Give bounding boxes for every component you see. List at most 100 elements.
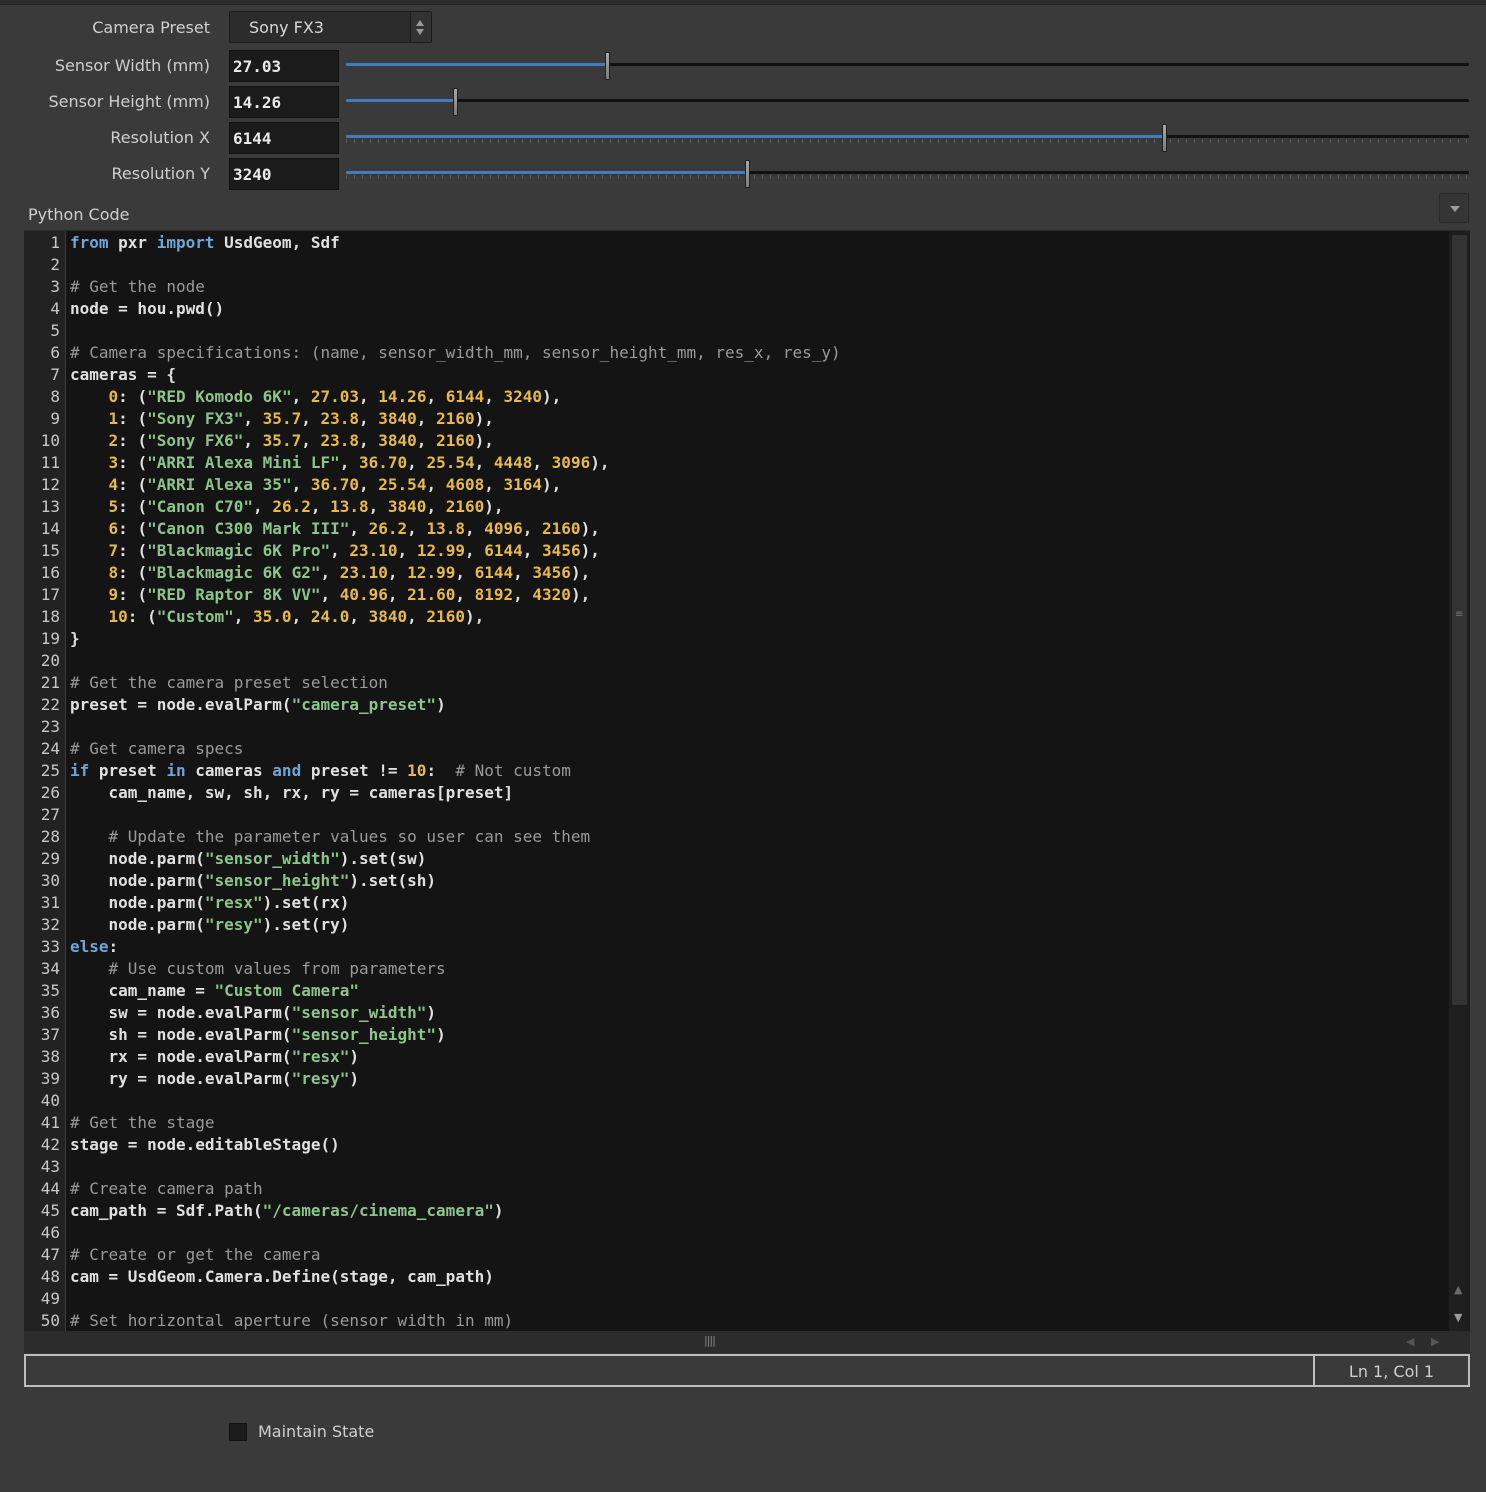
code-line[interactable]: 23 bbox=[24, 716, 1450, 738]
code-line[interactable]: 30 node.parm("sensor_height").set(sh) bbox=[24, 870, 1450, 892]
code-line[interactable]: 26 cam_name, sw, sh, rx, ry = cameras[pr… bbox=[24, 782, 1450, 804]
resolution-x-field[interactable]: 6144 bbox=[229, 122, 339, 154]
code-line[interactable]: 28 # Update the parameter values so user… bbox=[24, 826, 1450, 848]
code-line[interactable]: 3 # Get the node bbox=[24, 276, 1450, 298]
line-text: sh = node.evalParm("sensor_height") bbox=[70, 1025, 446, 1044]
line-text: 9: ("RED Raptor 8K VV", 40.96, 21.60, 81… bbox=[108, 585, 591, 604]
scroll-up-icon[interactable]: ▲ bbox=[1454, 1283, 1462, 1296]
line-number: 12 bbox=[40, 475, 60, 494]
line-number: 18 bbox=[40, 607, 60, 626]
code-line[interactable]: 15 7: ("Blackmagic 6K Pro", 23.10, 12.99… bbox=[24, 540, 1450, 562]
line-number: 47 bbox=[40, 1245, 60, 1264]
code-line[interactable]: 46 bbox=[24, 1222, 1450, 1244]
code-editor[interactable]: 1 from pxr import UsdGeom, Sdf 2 3 # Get the… bbox=[24, 230, 1470, 1332]
line-text: node.parm("sensor_width").set(sw) bbox=[70, 849, 427, 868]
slider-handle[interactable] bbox=[1162, 124, 1167, 152]
line-text: node.parm("sensor_height").set(sh) bbox=[70, 871, 437, 890]
scroll-down-icon[interactable]: ▼ bbox=[1454, 1311, 1462, 1324]
line-number: 5 bbox=[50, 321, 60, 340]
code-line[interactable]: 48 cam = UsdGeom.Camera.Define(stage, cam… bbox=[24, 1266, 1450, 1288]
code-line[interactable]: 47 # Create or get the camera bbox=[24, 1244, 1450, 1266]
line-number: 9 bbox=[50, 409, 60, 428]
code-line[interactable]: 44 # Create camera path bbox=[24, 1178, 1450, 1200]
code-line[interactable]: 14 6: ("Canon C300 Mark III", 26.2, 13.8… bbox=[24, 518, 1450, 540]
line-text: 10: ("Custom", 35.0, 24.0, 3840, 2160), bbox=[108, 607, 485, 626]
code-line[interactable]: 43 bbox=[24, 1156, 1450, 1178]
camera-preset-dropdown[interactable]: Sony FX3 bbox=[229, 11, 432, 43]
line-number: 6 bbox=[50, 343, 60, 362]
code-line[interactable]: 36 sw = node.evalParm("sensor_width") bbox=[24, 1002, 1450, 1024]
scroll-right-icon[interactable]: ▶ bbox=[1431, 1335, 1439, 1348]
code-line[interactable]: 34 # Use custom values from parameters bbox=[24, 958, 1450, 980]
code-menu-button[interactable] bbox=[1439, 193, 1469, 223]
code-line[interactable]: 25 if preset in cameras and preset != 10:… bbox=[24, 760, 1450, 782]
line-number: 10 bbox=[40, 431, 60, 450]
horizontal-scrollbar[interactable]: |||| ◀ ▶ bbox=[24, 1331, 1470, 1353]
line-number: 50 bbox=[40, 1311, 60, 1330]
line-text: cam_path = Sdf.Path("/cameras/cinema_cam… bbox=[70, 1201, 504, 1220]
line-text: 3: ("ARRI Alexa Mini LF", 36.70, 25.54, … bbox=[108, 453, 610, 472]
code-line[interactable]: 42 stage = node.editableStage() bbox=[24, 1134, 1450, 1156]
resolution-y-slider[interactable] bbox=[346, 160, 1469, 188]
line-text: 0: ("RED Komodo 6K", 27.03, 14.26, 6144,… bbox=[108, 387, 562, 406]
code-line[interactable]: 33 else: bbox=[24, 936, 1450, 958]
code-line[interactable]: 12 4: ("ARRI Alexa 35", 36.70, 25.54, 46… bbox=[24, 474, 1450, 496]
code-line[interactable]: 10 2: ("Sony FX6", 35.7, 23.8, 3840, 216… bbox=[24, 430, 1450, 452]
line-number: 3 bbox=[50, 277, 60, 296]
code-line[interactable]: 16 8: ("Blackmagic 6K G2", 23.10, 12.99,… bbox=[24, 562, 1450, 584]
code-line[interactable]: 40 bbox=[24, 1090, 1450, 1112]
code-line[interactable]: 1 from pxr import UsdGeom, Sdf bbox=[24, 232, 1450, 254]
code-line[interactable]: 38 rx = node.evalParm("resx") bbox=[24, 1046, 1450, 1068]
code-line[interactable]: 32 node.parm("resy").set(ry) bbox=[24, 914, 1450, 936]
python-code-label: Python Code bbox=[28, 205, 130, 224]
code-line[interactable]: 6 # Camera specifications: (name, sensor_… bbox=[24, 342, 1450, 364]
code-line[interactable]: 7 cameras = { bbox=[24, 364, 1450, 386]
sensor-width-field[interactable]: 27.03 bbox=[229, 50, 339, 82]
code-line[interactable]: 5 bbox=[24, 320, 1450, 342]
code-line[interactable]: 2 bbox=[24, 254, 1450, 276]
code-line[interactable]: 50 # Set horizontal aperture (sensor widt… bbox=[24, 1310, 1450, 1332]
sensor-width-slider[interactable] bbox=[346, 52, 1469, 80]
code-line[interactable]: 24 # Get camera specs bbox=[24, 738, 1450, 760]
scroll-left-icon[interactable]: ◀ bbox=[1406, 1335, 1414, 1348]
code-line[interactable]: 9 1: ("Sony FX3", 35.7, 23.8, 3840, 2160… bbox=[24, 408, 1450, 430]
code-line[interactable]: 37 sh = node.evalParm("sensor_height") bbox=[24, 1024, 1450, 1046]
line-number: 38 bbox=[40, 1047, 60, 1066]
code-line[interactable]: 45 cam_path = Sdf.Path("/cameras/cinema_c… bbox=[24, 1200, 1450, 1222]
line-text: 2: ("Sony FX6", 35.7, 23.8, 3840, 2160), bbox=[108, 431, 494, 450]
slider-handle[interactable] bbox=[605, 52, 610, 80]
code-line[interactable]: 18 10: ("Custom", 35.0, 24.0, 3840, 2160… bbox=[24, 606, 1450, 628]
code-line[interactable]: 31 node.parm("resx").set(rx) bbox=[24, 892, 1450, 914]
scrollbar-thumb[interactable] bbox=[1452, 235, 1467, 1005]
line-number: 23 bbox=[40, 717, 60, 736]
up-down-arrows-icon[interactable] bbox=[410, 12, 431, 42]
code-line[interactable]: 13 5: ("Canon C70", 26.2, 13.8, 3840, 21… bbox=[24, 496, 1450, 518]
camera-preset-label: Camera Preset bbox=[92, 18, 210, 37]
slider-handle[interactable] bbox=[745, 160, 750, 188]
code-line[interactable]: 41 # Get the stage bbox=[24, 1112, 1450, 1134]
code-line[interactable]: 20 bbox=[24, 650, 1450, 672]
line-text: sw = node.evalParm("sensor_width") bbox=[70, 1003, 437, 1022]
line-text: stage = node.editableStage() bbox=[70, 1135, 340, 1154]
code-line[interactable]: 22 preset = node.evalParm("camera_preset"… bbox=[24, 694, 1450, 716]
code-line[interactable]: 35 cam_name = "Custom Camera" bbox=[24, 980, 1450, 1002]
camera-preset-value: Sony FX3 bbox=[249, 18, 324, 37]
vertical-scrollbar[interactable]: ≡ ▲ ▼ bbox=[1449, 231, 1470, 1331]
sensor-height-field[interactable]: 14.26 bbox=[229, 86, 339, 118]
code-line[interactable]: 39 ry = node.evalParm("resy") bbox=[24, 1068, 1450, 1090]
slider-handle[interactable] bbox=[453, 88, 458, 116]
code-line[interactable]: 17 9: ("RED Raptor 8K VV", 40.96, 21.60,… bbox=[24, 584, 1450, 606]
code-line[interactable]: 21 # Get the camera preset selection bbox=[24, 672, 1450, 694]
code-line[interactable]: 19} bbox=[24, 628, 1450, 650]
code-line[interactable]: 27 bbox=[24, 804, 1450, 826]
code-line[interactable]: 49 bbox=[24, 1288, 1450, 1310]
code-line[interactable]: 11 3: ("ARRI Alexa Mini LF", 36.70, 25.5… bbox=[24, 452, 1450, 474]
code-line[interactable]: 4 node = hou.pwd() bbox=[24, 298, 1450, 320]
resolution-x-slider[interactable] bbox=[346, 124, 1469, 152]
maintain-state-checkbox[interactable] bbox=[229, 1423, 247, 1441]
sensor-height-slider[interactable] bbox=[346, 88, 1469, 116]
code-line[interactable]: 8 0: ("RED Komodo 6K", 27.03, 14.26, 614… bbox=[24, 386, 1450, 408]
code-text-area[interactable]: 1 from pxr import UsdGeom, Sdf 2 3 # Get the… bbox=[24, 232, 1450, 1332]
code-line[interactable]: 29 node.parm("sensor_width").set(sw) bbox=[24, 848, 1450, 870]
resolution-y-field[interactable]: 3240 bbox=[229, 158, 339, 190]
